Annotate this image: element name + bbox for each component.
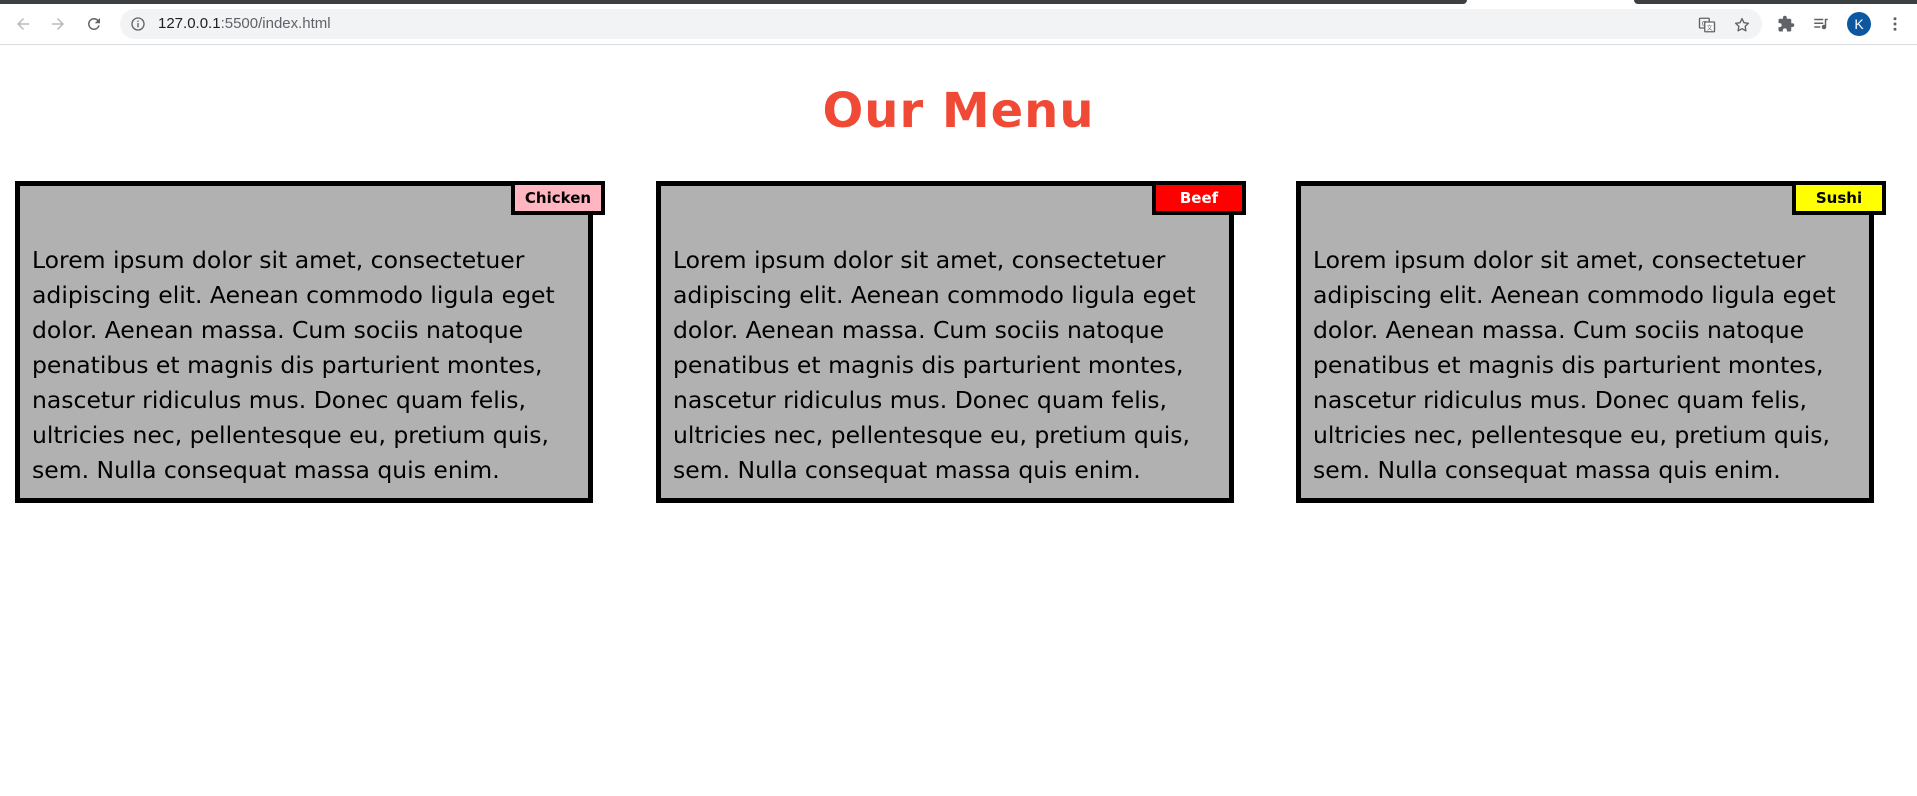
forward-button[interactable] [45, 11, 71, 37]
browser-toolbar: 127.0.0.1:5500/index.html G 文 K [0, 4, 1917, 45]
forward-arrow-icon [52, 18, 64, 30]
more-menu-icon[interactable] [1886, 15, 1904, 33]
menu-tag-sushi: Sushi [1792, 181, 1886, 215]
site-info-icon[interactable] [130, 16, 146, 32]
extensions-puzzle-icon[interactable] [1777, 15, 1795, 33]
menu-card-chicken: Chicken Lorem ipsum dolor sit amet, cons… [15, 181, 605, 503]
page-title: Our Menu [822, 83, 1095, 139]
menu-tag-beef: Beef [1152, 181, 1246, 215]
reload-button[interactable] [81, 11, 107, 37]
url-host: 127.0.0.1 [158, 15, 221, 32]
back-button[interactable] [10, 11, 36, 37]
svg-text:文: 文 [1707, 24, 1713, 32]
translate-icon[interactable]: G 文 [1698, 16, 1716, 34]
page-content: Our Menu Chicken Lorem ipsum dolor sit a… [0, 45, 1917, 796]
media-queue-icon[interactable] [1812, 15, 1830, 33]
url-path: :5500/index.html [220, 15, 331, 32]
profile-avatar[interactable]: K [1847, 12, 1871, 36]
menu-tag-chicken: Chicken [511, 181, 605, 215]
bookmark-star-icon[interactable] [1733, 16, 1751, 34]
url-text[interactable]: 127.0.0.1:5500/index.html [158, 9, 331, 39]
menu-card-beef: Beef Lorem ipsum dolor sit amet, consect… [656, 181, 1246, 503]
reload-icon [87, 17, 100, 30]
menu-card-sushi: Sushi Lorem ipsum dolor sit amet, consec… [1296, 181, 1886, 503]
address-bar[interactable]: 127.0.0.1:5500/index.html G 文 [120, 9, 1762, 39]
menu-card-text: Lorem ipsum dolor sit amet, consectetuer… [673, 246, 1196, 484]
menu-card-text: Lorem ipsum dolor sit amet, consectetuer… [32, 246, 555, 484]
menu-card-text: Lorem ipsum dolor sit amet, consectetuer… [1313, 246, 1836, 484]
back-arrow-icon [17, 18, 29, 30]
